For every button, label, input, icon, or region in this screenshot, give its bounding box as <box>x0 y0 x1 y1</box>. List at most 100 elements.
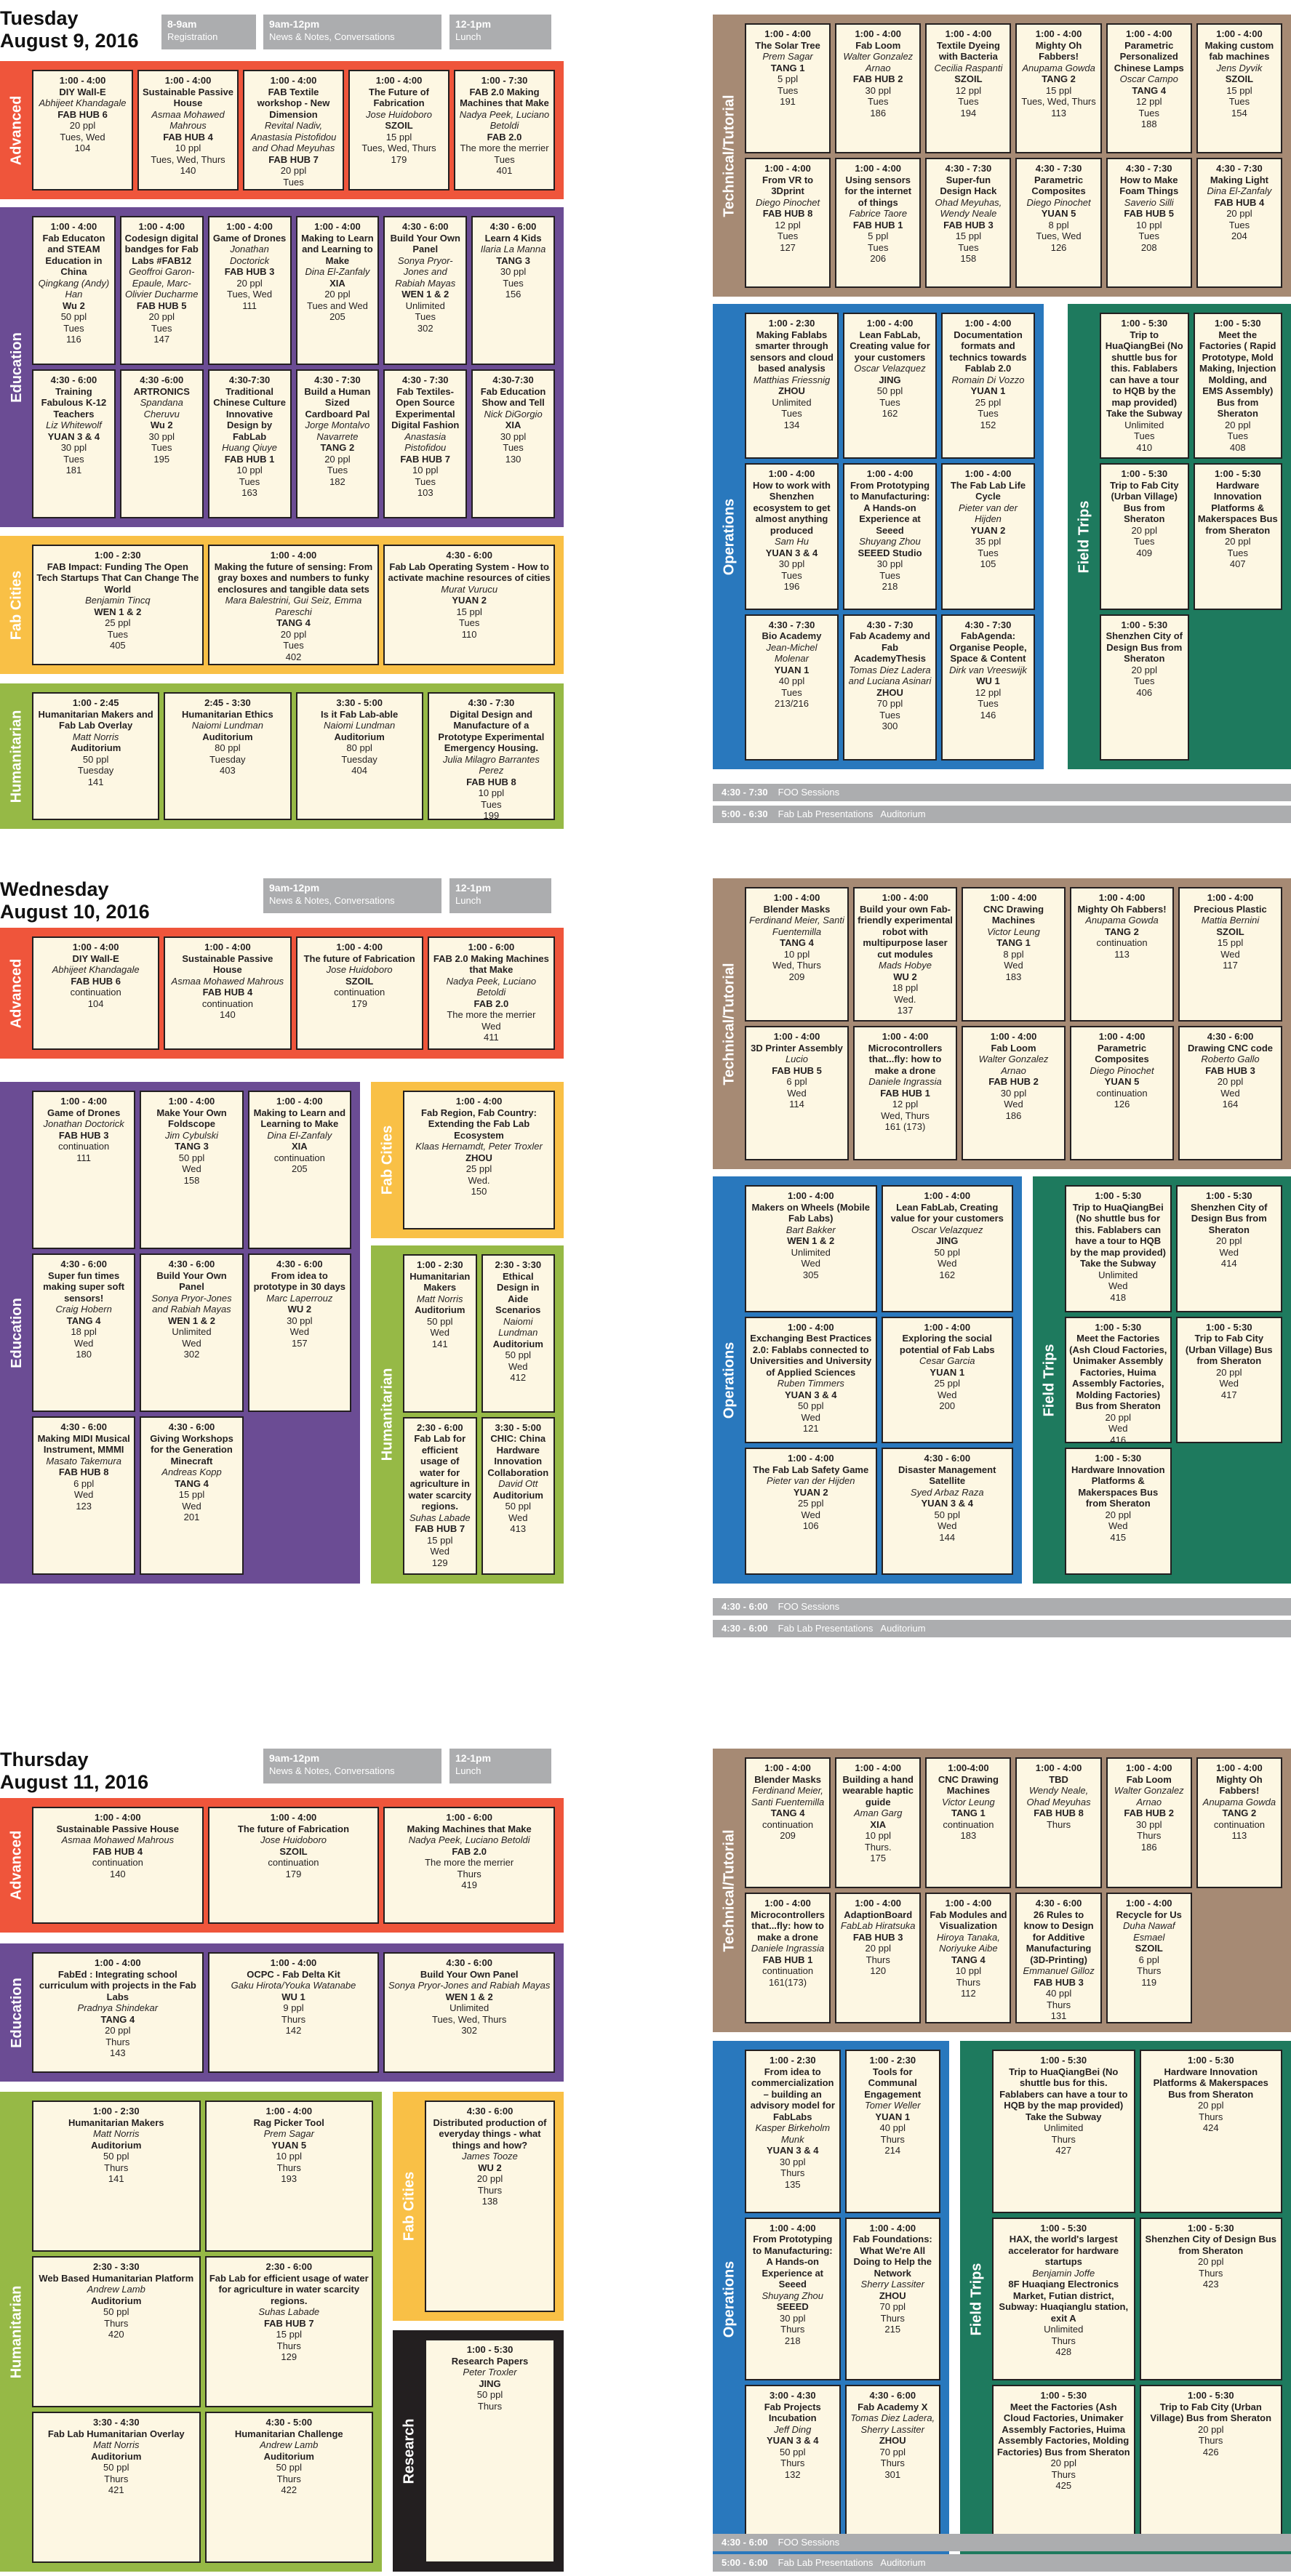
session-card[interactable]: 1:00 - 4:00 FabEd : Integrating school cu… <box>32 1952 204 2073</box>
session-card[interactable]: 1:00 - 4:00 The Solar Tree Prem Sagar TANG … <box>745 23 831 153</box>
session-card[interactable]: 4:30 - 7:30 Fab Textiles-Open Source Expe… <box>383 369 468 518</box>
session-card[interactable]: 1:00 - 4:00 Making to Learn and Learning … <box>295 216 380 365</box>
session-card[interactable]: 2:30 - 3:30 Ethical Design in Aide Scenar… <box>481 1254 555 1413</box>
session-card[interactable]: 4:30 - 6:00 Super fun times making super … <box>32 1253 136 1412</box>
session-card[interactable]: 1:00 - 4:00 Parametric Composites Diego Pi… <box>1070 1026 1174 1160</box>
session-card[interactable]: 4:30 - 6:00 Making MIDI Musical Instrumen… <box>32 1416 136 1575</box>
session-card[interactable]: 1:00 - 4:00 Textile Dyeing with Bacteria C… <box>925 23 1012 153</box>
session-card[interactable]: 4:30 - 6:00 Build Your Own Panel Sonya Pry… <box>383 216 468 365</box>
session-card[interactable]: 1:00 - 4:00 Microcontrollers that...fly: … <box>745 1893 831 2023</box>
session-card[interactable]: 1:00 - 4:00 Exploring the social potentia… <box>881 1316 1013 1444</box>
session-card[interactable]: 1:00 - 4:00 Precious Plastic Mattia Bernin… <box>1178 887 1282 1022</box>
session-card[interactable]: 1:00 - 2:30 From idea to commercializatio… <box>745 2050 841 2213</box>
session-card[interactable]: 1:00 - 4:00 The Future of Fabrication Jose… <box>348 70 449 190</box>
session-card[interactable]: 3:30 - 5:00 Is it Fab Lab-able Naiomi Lund… <box>295 692 423 820</box>
session-card[interactable]: 1:00 - 4:00 Lean FabLab, Creating value f… <box>881 1185 1013 1312</box>
session-card[interactable]: 1:00 - 4:00 Game of Drones Jonathan Doctor… <box>207 216 292 365</box>
session-card[interactable]: 1:00 - 5:30 Meet the Factories (Ash Cloud… <box>992 2385 1135 2548</box>
session-card[interactable]: 1:00 - 4:00 Sustainable Passive House Asma… <box>137 70 239 190</box>
session-card[interactable]: 1:00 - 4:00 Exchanging Best Practices 2.0… <box>745 1316 877 1444</box>
session-card[interactable]: 1:00 - 4:00 Lean FabLab, Creating value f… <box>843 313 937 460</box>
session-card[interactable]: 1:00 - 2:30 FAB Impact: Funding The Open … <box>32 545 204 665</box>
session-card[interactable]: 4:30 - 6:00 Build Your Own Panel Sonya Pry… <box>383 1952 555 2073</box>
session-card[interactable]: 4:30 - 6:00 Training Fabulous K-12 Teache… <box>32 369 116 518</box>
session-card[interactable]: 4:30 - 7:30 FabAgenda: Organise People, S… <box>941 614 1035 761</box>
session-card[interactable]: 1:00 - 4:00 Building a hand wearable hapt… <box>835 1757 922 1888</box>
session-card[interactable]: 1:00 - 2:30 Tools for Communal Engagement… <box>844 2050 940 2213</box>
session-card[interactable]: 1:00 - 4:00 Make Your Own Foldscope Jim Cy… <box>140 1091 244 1249</box>
session-card[interactable]: 1:00 - 4:00 AdaptionBoard FabLab Hiratsuka… <box>835 1893 922 2023</box>
session-card[interactable]: 1:00 - 4:00 Rag Picker Tool Prem Sagar YUAN… <box>204 2100 373 2252</box>
session-card[interactable]: 1:00 - 4:00 CNC Drawing Machines Victor Le… <box>962 887 1066 1022</box>
session-card[interactable]: 2:30 - 3:30 Web Based Humanitarian Platfo… <box>32 2256 201 2407</box>
session-card[interactable]: 4:30 - 7:30 Build a Human Sized Cardboard… <box>295 369 380 518</box>
session-card[interactable]: 1:00 - 4:00 Fab Modules and Visualization… <box>925 1893 1012 2023</box>
session-card[interactable]: 1:00 - 5:30 Trip to HuaQiangBei (No shutt… <box>1100 313 1189 460</box>
session-card[interactable]: 1:00 - 4:00 From Prototyping to Manufactu… <box>745 2217 841 2381</box>
session-card[interactable]: 1:00 - 4:00 OCPC - Fab Delta Kit Gaku Hiro… <box>207 1952 380 2073</box>
session-card[interactable]: 4:30 - 7:30 Parametric Composites Diego Pi… <box>1015 158 1102 288</box>
session-card[interactable]: 4:30 - 7:30 Digital Design and Manufactur… <box>427 692 555 820</box>
session-card[interactable]: 1:00 - 5:30 Trip to HuaQiangBei (No shutt… <box>1065 1185 1172 1312</box>
session-card[interactable]: 4:30 - 7:30 How to Make Foam Things Saveri… <box>1106 158 1192 288</box>
session-card[interactable]: 4:30 - 6:00 Disaster Management Satellite… <box>881 1448 1013 1575</box>
session-card[interactable]: 1:00 - 4:00 3D Printer Assembly Lucio FAB H… <box>745 1026 849 1160</box>
session-card[interactable]: 1:00 - 4:00 From VR to 3Dprint Diego Pinoc… <box>745 158 831 288</box>
session-card[interactable]: 1:00 - 4:00 Fab Region, Fab Country: Exte… <box>403 1091 555 1229</box>
session-card[interactable]: 1:00 - 5:30 Shenzhen City of Design Bus f… <box>1139 2217 1282 2381</box>
session-card[interactable]: 1:00 - 4:00 Fab Loom Walter Gonzalez Arnao… <box>835 23 922 153</box>
session-card[interactable]: 1:00 - 4:00 Fab Loom Walter Gonzalez Arnao… <box>1106 1757 1192 1888</box>
session-card[interactable]: 1:00 - 4:00 DIY Wall-E Abhijeet Khandagale… <box>32 936 160 1050</box>
session-card[interactable]: 4:30 - 6:00 Fab Lab Operating System - Ho… <box>383 545 555 665</box>
session-card[interactable]: 1:00 - 6:00 FAB 2.0 Making Machines that … <box>427 936 555 1050</box>
session-card[interactable]: 4:30 - 6:00 From idea to prototype in 30 … <box>247 1253 351 1412</box>
session-card[interactable]: 2:45 - 3:30 Humanitarian Ethics Naiomi Lun… <box>164 692 292 820</box>
session-card[interactable]: 1:00 - 2:45 Humanitarian Makers and Fab L… <box>32 692 160 820</box>
session-card[interactable]: 1:00 - 5:30 Shenzhen City of Design Bus f… <box>1100 614 1189 761</box>
session-card[interactable]: 4:30 - 7:30 Bio Academy Jean-Michel Molena… <box>745 614 839 761</box>
session-card[interactable]: 4:30 -6:00 ARTRONICS Spandana Cheruvu Wu 23… <box>119 369 204 518</box>
session-card[interactable]: 1:00 - 6:00 Making Machines that Make Nady… <box>383 1807 555 1924</box>
session-card[interactable]: 1:00 - 4:00 Documentation formats and tec… <box>941 313 1035 460</box>
session-card[interactable]: 4:30 - 6:00 26 Rules to know to Design fo… <box>1015 1893 1102 2023</box>
session-card[interactable]: 4:30 - 6:00 Learn 4 Kids Ilaria La Manna TA… <box>471 216 555 365</box>
session-card[interactable]: 3:00 - 4:30 Fab Projects Incubation Jeff D… <box>745 2385 841 2548</box>
session-card[interactable]: 1:00 - 4:00 TBD Wendy Neale, Ohad Meyuhas F… <box>1015 1757 1102 1888</box>
session-card[interactable]: 1:00 - 4:00 From Prototyping to Manufactu… <box>843 463 937 610</box>
session-card[interactable]: 4:30-7:30 Traditional Chinese Culture Inn… <box>207 369 292 518</box>
session-card[interactable]: 1:00 - 4:00 The Fab Lab Safety Game Pieter… <box>745 1448 877 1575</box>
session-card[interactable]: 1:00 - 5:30 Hardware Innovation Platforms… <box>1193 463 1282 610</box>
session-card[interactable]: 1:00 - 4:00 How to work with Shenzhen eco… <box>745 463 839 610</box>
session-card[interactable]: 1:00 - 5:30 Meet the Factories ( Rapid Pr… <box>1193 313 1282 460</box>
session-card[interactable]: 1:00 - 2:30 Making Fablabs smarter throug… <box>745 313 839 460</box>
session-card[interactable]: 1:00 - 5:30 Research Papers Peter Troxler J… <box>425 2339 555 2563</box>
session-card[interactable]: 4:30-7:30 Fab Education Show and Tell Nick… <box>471 369 555 518</box>
session-card[interactable]: 2:30 - 6:00 Fab Lab for efficient usage o… <box>204 2256 373 2407</box>
session-card[interactable]: 1:00 - 5:30 Shenzhen City of Design Bus f… <box>1175 1185 1282 1312</box>
session-card[interactable]: 1:00 - 4:00 The future of Fabrication Jose… <box>207 1807 380 1924</box>
session-card[interactable]: 4:30 - 6:00 Fab Academy X Tomas Diez Lader… <box>844 2385 940 2548</box>
session-card[interactable]: 1:00 - 4:00 Makers on Wheels (Mobile Fab … <box>745 1185 877 1312</box>
session-card[interactable]: 1:00 - 4:00 Blender Masks Ferdinand Meier,… <box>745 887 849 1022</box>
session-card[interactable]: 1:00 - 4:00 Mighty Oh Fabbers! Anupama Gow… <box>1196 1757 1282 1888</box>
session-card[interactable]: 1:00 - 7:30 FAB 2.0 Making Machines that … <box>454 70 555 190</box>
session-card[interactable]: 1:00 - 4:00 Parametric Personalized Chine… <box>1106 23 1192 153</box>
session-card[interactable]: 1:00 - 4:00 Fab Loom Walter Gonzalez Arnao… <box>962 1026 1066 1160</box>
session-card[interactable]: 3:30 - 5:00 CHIC: China Hardware Innovati… <box>481 1416 555 1575</box>
session-card[interactable]: 1:00 - 2:30 Humanitarian Makers Matt Norri… <box>403 1254 477 1413</box>
session-card[interactable]: 1:00 - 4:00 The future of Fabrication Jose… <box>295 936 423 1050</box>
session-card[interactable]: 1:00 - 4:00 Sustainable Passive House Asma… <box>164 936 292 1050</box>
session-card[interactable]: 4:30 - 6:00 Giving Workshops for the Gene… <box>140 1416 244 1575</box>
session-card[interactable]: 1:00 - 5:30 Hardware Innovation Platforms… <box>1139 2050 1282 2213</box>
session-card[interactable]: 1:00 - 5:30 Trip to HuaQiangBei (No shutt… <box>992 2050 1135 2213</box>
session-card[interactable]: 1:00 - 5:30 Trip to Fab City (Urban Villa… <box>1139 2385 1282 2548</box>
session-card[interactable]: 1:00 - 5:30 Trip to Fab City (Urban Villa… <box>1100 463 1189 610</box>
session-card[interactable]: 1:00 - 4:00 DIY Wall-E Abhijeet Khandagale… <box>32 70 133 190</box>
session-card[interactable]: 1:00 - 4:00 Making the future of sensing:… <box>207 545 380 665</box>
session-card[interactable]: 1:00 - 4:00 Codesign digital bandges for … <box>119 216 204 365</box>
session-card[interactable]: 1:00 - 4:00 Recycle for Us Duha Nawaf Esma… <box>1106 1893 1192 2023</box>
session-card[interactable]: 1:00 - 4:00 Blender Masks Ferdinand Meier,… <box>745 1757 831 1888</box>
session-card[interactable]: 1:00 - 4:00 Build your own Fab-friendly e… <box>853 887 957 1022</box>
session-card[interactable]: 1:00 - 4:00 Using sensors for the interne… <box>835 158 922 288</box>
session-card[interactable]: 1:00 - 5:30 Meet the Factories (Ash Cloud… <box>1065 1316 1172 1444</box>
